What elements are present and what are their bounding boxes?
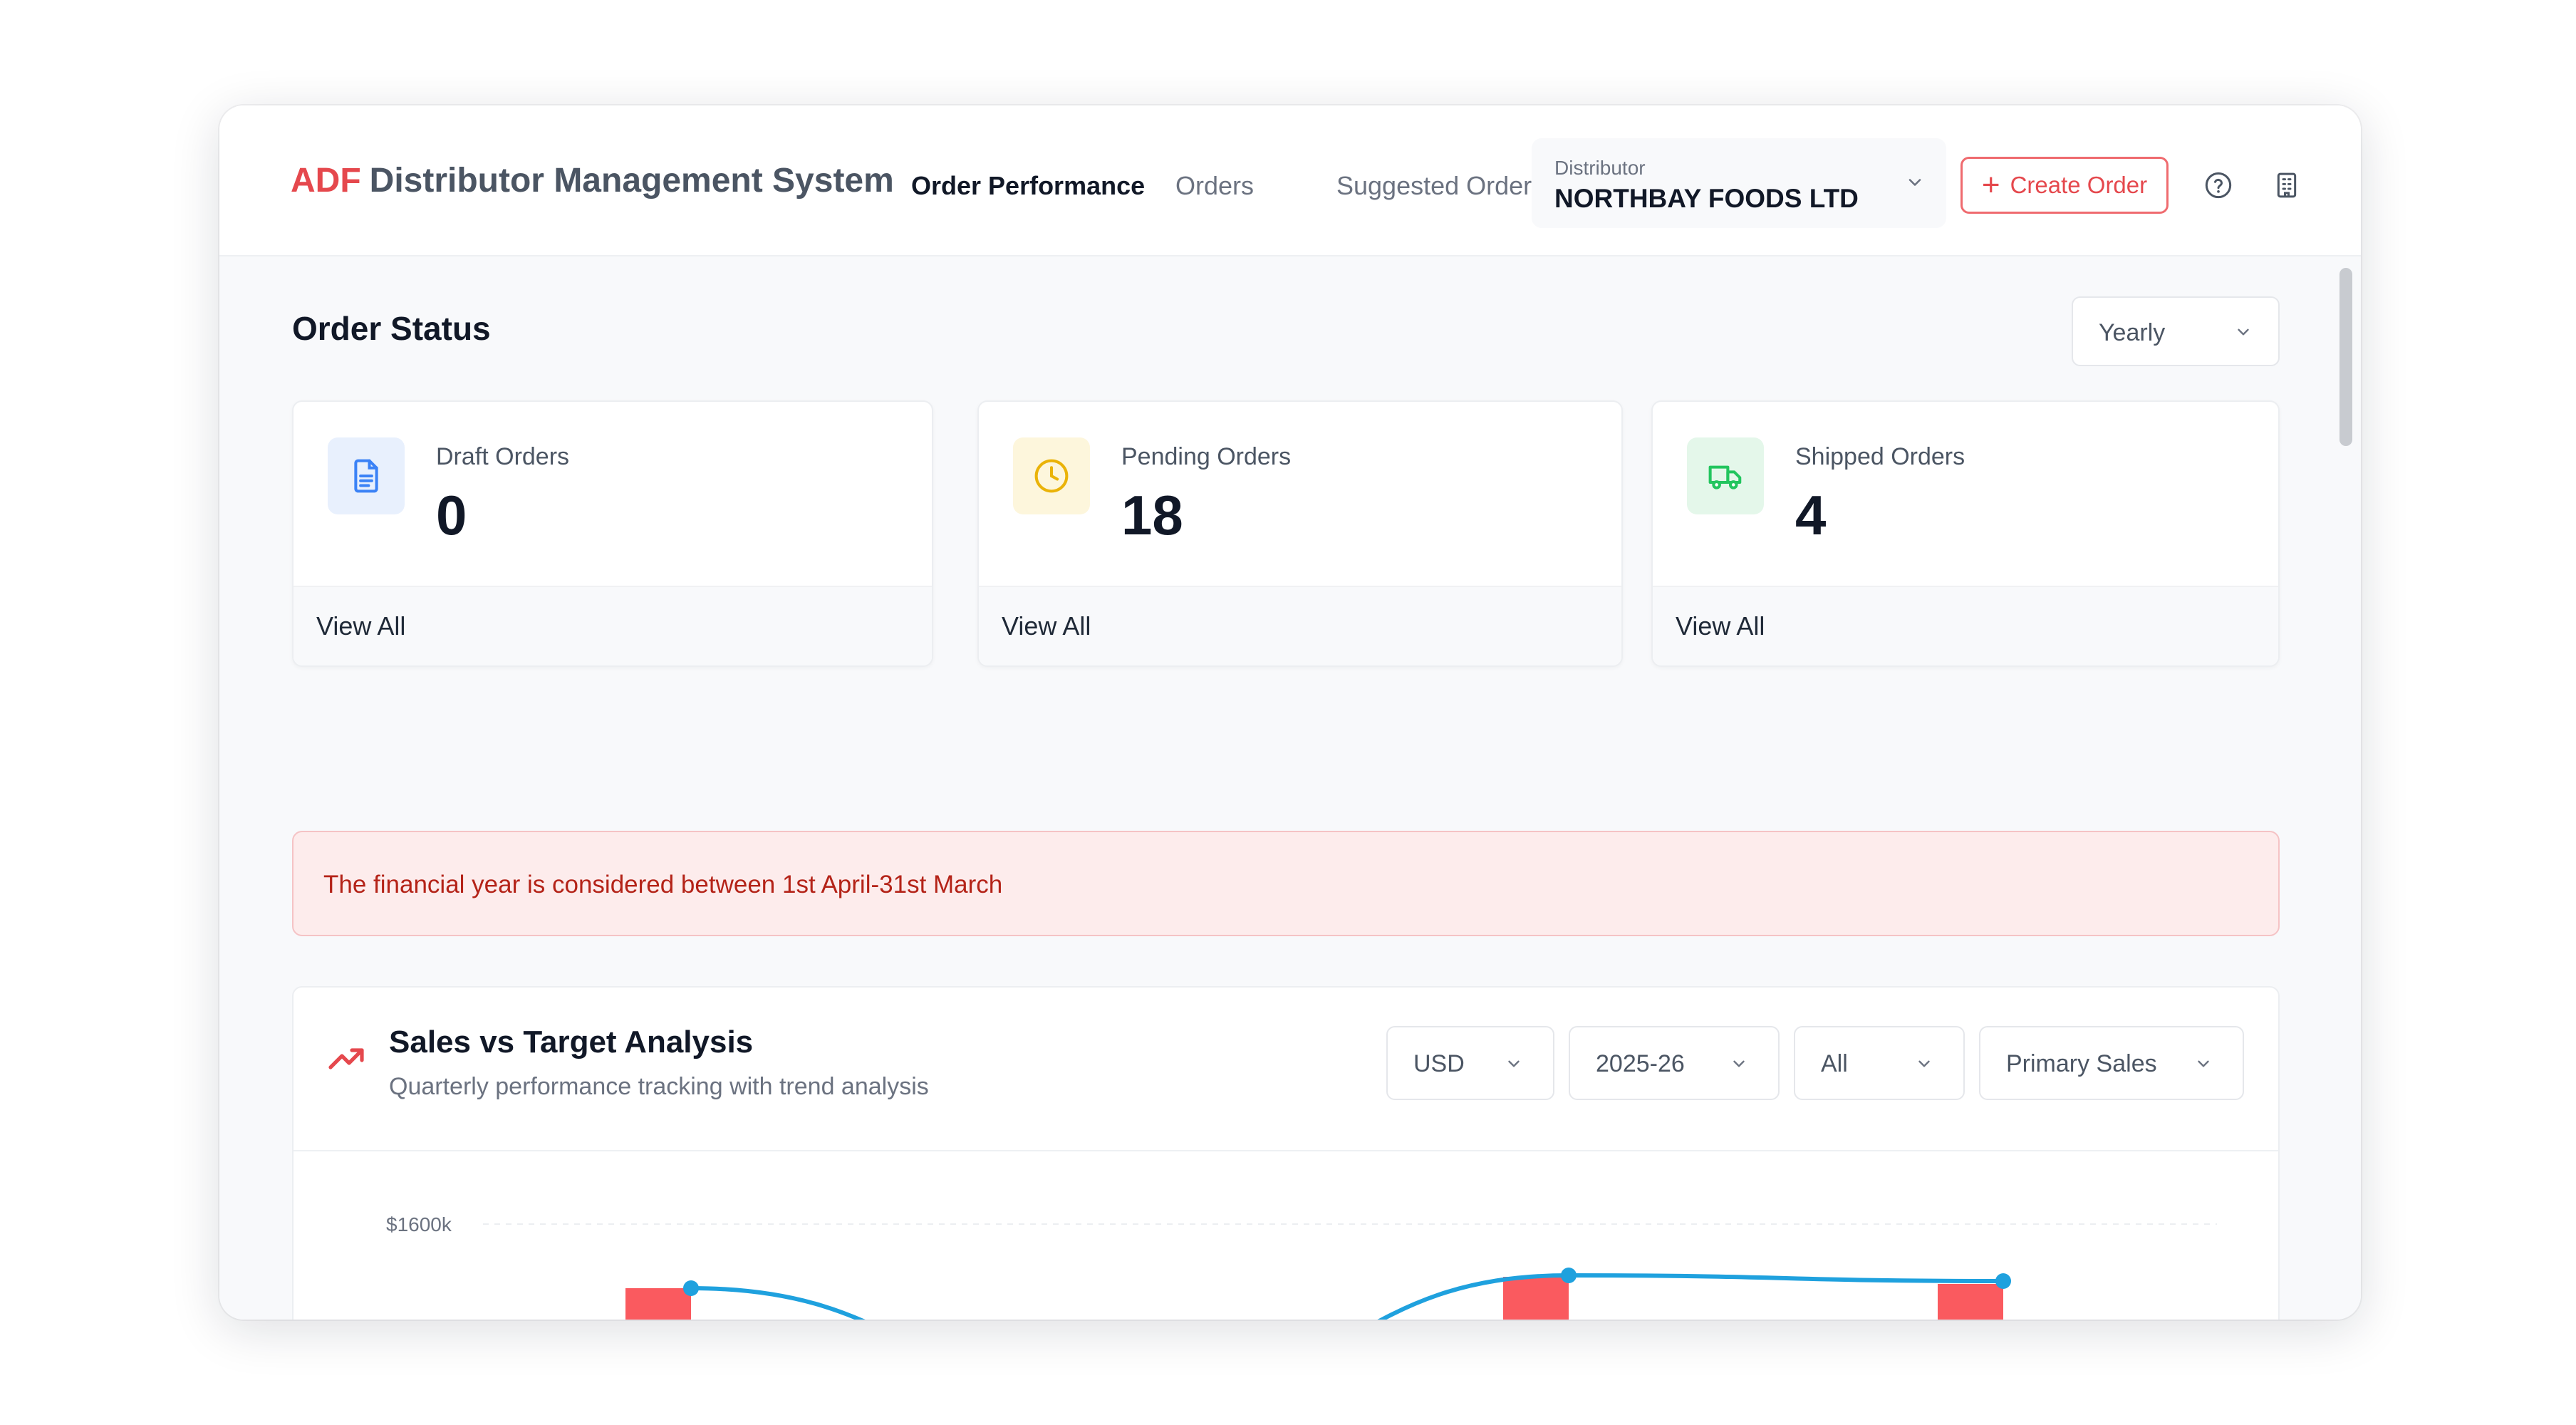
draft-orders-count: 0: [436, 484, 467, 546]
chevron-down-icon: [1908, 179, 1921, 186]
currency-select[interactable]: USD: [1386, 1026, 1554, 1100]
top-header: ADF Distributor Management System Order P…: [219, 105, 2361, 256]
trending-up-icon: [328, 1048, 364, 1069]
sales-target-title: Sales vs Target Analysis: [389, 1025, 754, 1059]
chevron-down-icon: [1733, 1060, 1745, 1067]
order-status-title: Order Status: [292, 310, 491, 347]
currency-value: USD: [1413, 1050, 1465, 1077]
shipped-view-all-link[interactable]: View All: [1676, 611, 1765, 641]
year-select[interactable]: 2025-26: [1569, 1026, 1780, 1100]
main-content[interactable]: Order Status Yearly Draft Orders 0 View …: [219, 256, 2361, 1320]
pending-icon-tile: [1013, 437, 1090, 514]
sales-bar: [1503, 1277, 1569, 1320]
shipped-orders-label: Shipped Orders: [1795, 443, 1965, 470]
trend-point: [683, 1280, 699, 1296]
nav-orders[interactable]: Orders: [1175, 171, 1254, 201]
shipped-icon-tile: [1687, 437, 1764, 514]
financial-year-notice: The financial year is considered between…: [292, 831, 2280, 936]
draft-view-all-link[interactable]: View All: [316, 611, 405, 641]
nav-suggested-order[interactable]: Suggested Order: [1336, 171, 1532, 201]
sales-type-value: Primary Sales: [2006, 1050, 2157, 1077]
period-value: Yearly: [2099, 319, 2166, 346]
brand-title: ADF Distributor Management System: [291, 161, 894, 200]
sales-target-chart: $1600k$1200k: [386, 1213, 2217, 1320]
sales-type-select[interactable]: Primary Sales: [1979, 1026, 2244, 1100]
sales-target-panel: Sales vs Target Analysis Quarterly perfo…: [292, 986, 2280, 1320]
scope-value: All: [1821, 1050, 1848, 1077]
create-order-button[interactable]: + Create Order: [1960, 157, 2169, 214]
pending-view-all-link[interactable]: View All: [1002, 611, 1091, 641]
y-tick-label: $1600k: [386, 1213, 452, 1235]
distributor-label: Distributor: [1554, 157, 1646, 179]
trend-point: [1561, 1268, 1577, 1283]
draft-orders-card: Draft Orders 0 View All: [292, 400, 933, 667]
period-select[interactable]: Yearly: [2072, 296, 2280, 366]
trend-point: [1995, 1273, 2011, 1289]
shipped-orders-card: Shipped Orders 4 View All: [1651, 400, 2280, 667]
document-icon: [354, 459, 378, 493]
brand-name: Distributor Management System: [369, 162, 894, 200]
chevron-down-icon: [2238, 328, 2249, 336]
sales-bar: [625, 1288, 691, 1320]
brand-code: ADF: [291, 162, 361, 200]
chevron-down-icon: [2198, 1060, 2209, 1067]
scope-select[interactable]: All: [1794, 1026, 1965, 1100]
nav-order-performance[interactable]: Order Performance: [911, 171, 1145, 201]
create-order-label: Create Order: [2010, 172, 2148, 198]
truck-icon: [1708, 465, 1742, 489]
sales-target-subtitle: Quarterly performance tracking with tren…: [389, 1073, 929, 1100]
target-trend-line: [690, 1273, 2004, 1320]
pending-orders-card: Pending Orders 18 View All: [977, 400, 1623, 667]
pending-orders-label: Pending Orders: [1121, 443, 1292, 470]
distributor-value: NORTHBAY FOODS LTD: [1554, 184, 1859, 213]
help-circle-icon[interactable]: [2204, 171, 2233, 200]
draft-icon-tile: [328, 437, 405, 514]
building-icon[interactable]: [2273, 171, 2301, 200]
app-window: ADF Distributor Management System Order P…: [219, 105, 2361, 1320]
distributor-select[interactable]: Distributor NORTHBAY FOODS LTD: [1532, 138, 1946, 228]
plus-icon: +: [1981, 167, 2000, 202]
clock-icon: [1034, 459, 1069, 493]
chevron-down-icon: [1918, 1060, 1930, 1067]
pending-orders-count: 18: [1121, 484, 1183, 546]
draft-orders-label: Draft Orders: [436, 443, 570, 470]
pending-orders-footer: View All: [979, 586, 1621, 665]
sales-bar: [1938, 1284, 2003, 1320]
shipped-orders-footer: View All: [1653, 586, 2278, 665]
draft-orders-footer: View All: [294, 586, 932, 665]
chevron-down-icon: [1508, 1060, 1520, 1067]
shipped-orders-count: 4: [1795, 484, 1827, 546]
financial-year-notice-text: The financial year is considered between…: [323, 871, 1003, 898]
year-value: 2025-26: [1596, 1050, 1685, 1077]
vertical-scrollbar[interactable]: [2339, 268, 2352, 446]
